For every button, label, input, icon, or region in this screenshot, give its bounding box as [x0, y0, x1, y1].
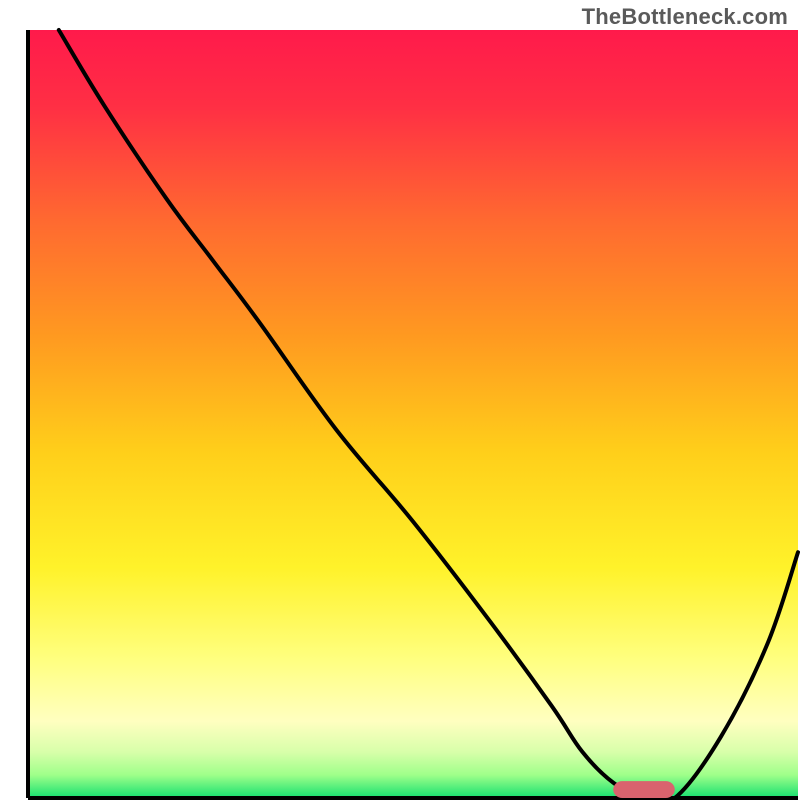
optimal-range-marker [613, 781, 675, 798]
chart-container: TheBottleneck.com [0, 0, 800, 800]
bottleneck-chart [0, 0, 800, 800]
gradient-background [28, 30, 798, 798]
